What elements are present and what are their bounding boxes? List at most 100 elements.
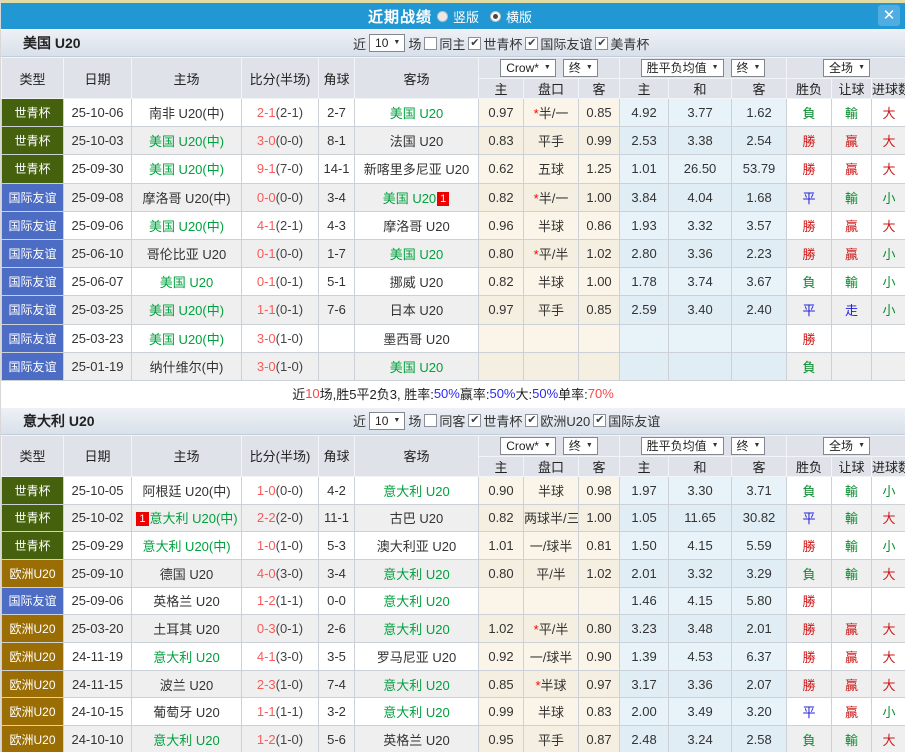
same-venue-checkbox[interactable]: 同主 bbox=[424, 34, 465, 53]
fulltime-score: 2-2 bbox=[256, 510, 276, 526]
col-date: 日期 bbox=[63, 57, 132, 99]
col-crow-home: 主 bbox=[478, 455, 524, 477]
home-team-name: 意大利 U20(中) bbox=[149, 511, 238, 527]
handicap-value: 半球 bbox=[537, 275, 564, 291]
avg-away-odds: 2.01 bbox=[731, 614, 788, 643]
avg-draw-odds: 3.32 bbox=[668, 210, 733, 240]
checkbox-box: ✔ bbox=[468, 36, 482, 50]
score-cell: 3-0(1-0) bbox=[241, 351, 319, 381]
fulltime-score: 1-2 bbox=[256, 731, 276, 747]
away-team-name: 美国 U20 bbox=[389, 106, 444, 122]
league-checkbox[interactable]: ✔ 世青杯 bbox=[468, 34, 522, 53]
odds-stage-select[interactable]: 终 ▼ bbox=[562, 59, 598, 77]
radio-horizontal-label[interactable]: 横版 bbox=[506, 7, 532, 26]
result-wdl: 負 bbox=[786, 267, 833, 297]
match-scope-select[interactable]: 全场 ▼ bbox=[823, 436, 870, 455]
col-score: 比分(半场) bbox=[241, 434, 319, 477]
fulltime-score: 2-1 bbox=[256, 105, 276, 121]
match-date: 25-09-30 bbox=[63, 154, 132, 184]
col-handicap: 盘口 bbox=[523, 455, 579, 477]
league-checkbox[interactable]: ✔ 国际友谊 bbox=[593, 411, 660, 430]
chevron-down-icon: ▼ bbox=[753, 64, 761, 71]
halftime-score: (0-0) bbox=[275, 133, 304, 149]
col-avg-draw: 和 bbox=[668, 78, 733, 99]
wdl-stage-select[interactable]: 终 ▼ bbox=[730, 436, 766, 455]
wdl-average-select[interactable]: 胜平负均值 ▼ bbox=[640, 59, 724, 77]
avg-home-odds bbox=[619, 323, 670, 353]
league-checkbox[interactable]: ✔ 欧洲U20 bbox=[525, 411, 590, 430]
away-team-cell: 美国 U20 1 bbox=[354, 182, 479, 212]
avg-home-odds: 4.92 bbox=[619, 97, 670, 128]
halftime-score: (3-0) bbox=[275, 565, 304, 581]
away-team-cell: 意大利 U20 bbox=[354, 586, 479, 616]
score-cell: 0-0(0-0) bbox=[241, 182, 319, 212]
match-count-select-value: 10 bbox=[375, 36, 389, 50]
score-cell: 0-3(0-1) bbox=[241, 614, 319, 643]
match-row: 欧洲U20 25-03-20 土耳其 U20 0-3(0-1) 2-6 意大利 U20 1.… bbox=[1, 614, 905, 643]
match-date: 25-03-20 bbox=[63, 614, 132, 643]
radio-horizontal-layout[interactable] bbox=[490, 10, 501, 22]
avg-draw-odds bbox=[668, 351, 733, 381]
avg-draw-odds: 11.65 bbox=[668, 503, 733, 533]
league-checkbox[interactable]: ✔ 美青杯 bbox=[595, 34, 649, 53]
halftime-score: (7-0) bbox=[275, 161, 304, 177]
match-scope-select[interactable]: 全场 ▼ bbox=[823, 59, 870, 77]
league-checkbox[interactable]: ✔ 国际友谊 bbox=[525, 34, 592, 53]
handicap-value: 一/球半 bbox=[529, 539, 573, 555]
corner-score: 1-7 bbox=[318, 238, 355, 269]
halftime-score: (2-1) bbox=[275, 105, 304, 121]
avg-draw-odds: 3.36 bbox=[668, 669, 733, 699]
bookmaker-select[interactable]: Crow* ▼ bbox=[500, 59, 556, 77]
crow-away-odds: 0.97 bbox=[577, 669, 621, 699]
checkbox-box: ✔ bbox=[525, 414, 539, 428]
avg-away-odds: 2.40 bbox=[731, 295, 788, 325]
same-venue-checkbox[interactable]: 同客 bbox=[424, 411, 465, 430]
competition-badge: 国际友谊 bbox=[1, 210, 64, 240]
score-cell: 2-1(2-1) bbox=[241, 97, 319, 128]
radio-vertical-layout[interactable] bbox=[436, 10, 448, 22]
odds-stage-select[interactable]: 终 ▼ bbox=[562, 436, 598, 455]
avg-home-odds: 1.50 bbox=[619, 531, 670, 560]
handicap-cell bbox=[523, 351, 579, 381]
fulltime-score: 0-1 bbox=[256, 246, 276, 262]
radio-vertical-label[interactable]: 竖版 bbox=[453, 7, 479, 26]
handicap-cell: 两球半/三 bbox=[523, 503, 579, 533]
handicap-value: 半/一 bbox=[538, 106, 569, 122]
avg-home-odds: 3.84 bbox=[619, 182, 670, 212]
crow-home-odds: 0.83 bbox=[478, 126, 524, 156]
handicap-cell: 平手 bbox=[523, 725, 579, 752]
result-wdl: 勝 bbox=[786, 154, 833, 184]
close-icon[interactable]: ✕ bbox=[878, 5, 900, 26]
home-team-cell: 美国 U20(中) bbox=[131, 323, 242, 353]
score-cell: 0-1(0-1) bbox=[241, 267, 319, 297]
away-team-cell: 意大利 U20 bbox=[354, 475, 479, 505]
avg-away-odds: 3.71 bbox=[731, 475, 788, 505]
crow-away-odds bbox=[577, 351, 621, 381]
match-count-select[interactable]: 10 ▼ bbox=[369, 34, 406, 52]
away-team-cell: 古巴 U20 bbox=[354, 503, 479, 533]
handicap-value: 平手 bbox=[537, 303, 564, 319]
avg-home-odds: 1.78 bbox=[619, 267, 670, 297]
away-team-cell: 罗马尼亚 U20 bbox=[354, 642, 479, 671]
fulltime-score: 3-0 bbox=[256, 358, 276, 374]
avg-draw-odds: 4.15 bbox=[668, 531, 733, 560]
match-row: 欧洲U20 24-10-10 意大利 U20 1-2(1-0) 5-6 英格兰 U20 0.… bbox=[1, 725, 905, 752]
corner-score: 3-2 bbox=[318, 697, 355, 727]
league-checkbox[interactable]: ✔ 世青杯 bbox=[468, 411, 522, 430]
handicap-cell: *半球 bbox=[523, 669, 579, 699]
chevron-down-icon: ▼ bbox=[858, 64, 865, 71]
home-team-name: 意大利 U20(中) bbox=[142, 539, 231, 555]
fulltime-score: 2-3 bbox=[256, 676, 276, 692]
avg-draw-odds: 3.32 bbox=[668, 558, 733, 588]
match-count-select[interactable]: 10 ▼ bbox=[369, 411, 406, 430]
bookmaker-select[interactable]: Crow* ▼ bbox=[500, 436, 556, 455]
wdl-stage-select[interactable]: 终 ▼ bbox=[730, 59, 766, 77]
wdl-average-select[interactable]: 胜平负均值 ▼ bbox=[640, 436, 724, 455]
handicap-value: 平/半 bbox=[538, 622, 569, 638]
summary-segment: 50% bbox=[433, 386, 460, 402]
result-wdl: 負 bbox=[786, 475, 833, 505]
crow-home-odds bbox=[478, 586, 524, 616]
section-header: 意大利 U20 近 10 ▼ 场同客 ✔ 世青杯 ✔ 欧洲U20 ✔ 国际友谊 bbox=[1, 406, 905, 435]
home-team-cell: 意大利 U20(中) bbox=[131, 531, 242, 560]
away-team-cell: 摩洛哥 U20 bbox=[354, 210, 479, 240]
